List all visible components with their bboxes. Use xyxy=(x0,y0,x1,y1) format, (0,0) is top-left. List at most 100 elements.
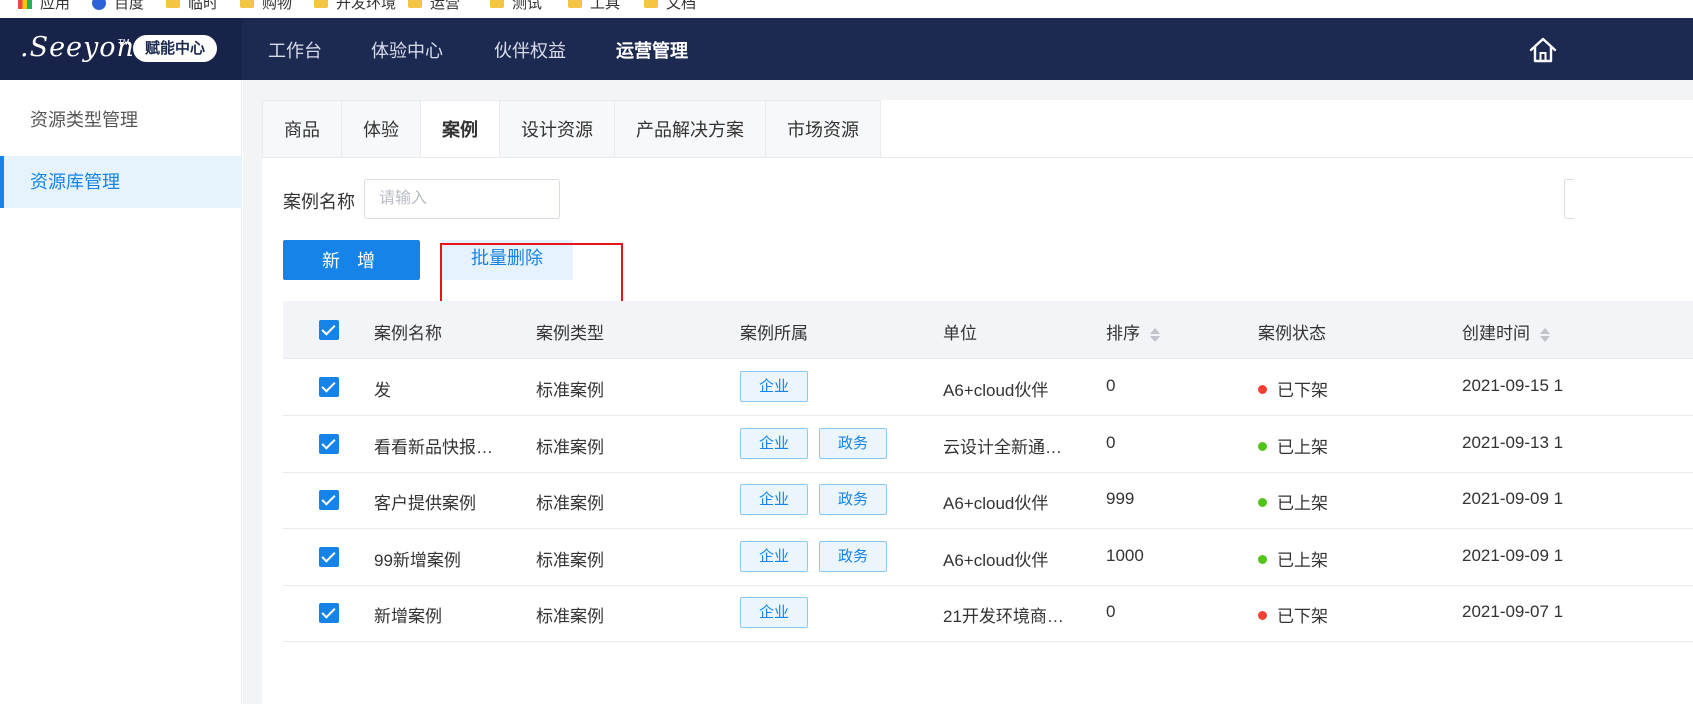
status-text: 已上架 xyxy=(1277,551,1328,570)
bookmark-folder[interactable]: 测试 xyxy=(490,0,542,13)
status-text: 已下架 xyxy=(1277,381,1328,400)
bookmark-label: 购物 xyxy=(262,0,293,12)
sidebar-item-resource-type[interactable]: 资源类型管理 xyxy=(0,94,242,146)
row-checkbox[interactable] xyxy=(319,603,339,623)
nav-item-partner-rights[interactable]: 伙伴权益 xyxy=(494,37,566,63)
bookmark-folder[interactable]: 开发环境 xyxy=(314,0,396,13)
unit-cell: A6+cloud伙伴 xyxy=(943,494,1049,513)
folder-icon xyxy=(240,0,254,8)
status-text: 已下架 xyxy=(1277,607,1328,626)
tag-government: 政务 xyxy=(819,484,887,515)
status-dot-icon xyxy=(1258,498,1267,508)
case-type-cell: 标准案例 xyxy=(536,607,604,626)
sort-icon[interactable] xyxy=(1540,327,1550,343)
bookmark-label: 百度 xyxy=(114,0,145,12)
status-dot-icon xyxy=(1258,611,1267,621)
column-header-order-label: 排序 xyxy=(1106,324,1140,343)
bookmark-folder[interactable]: 临时 xyxy=(166,0,218,13)
status-cell: 已下架 xyxy=(1258,376,1328,401)
tag-enterprise: 企业 xyxy=(740,484,808,515)
order-cell: 999 xyxy=(1106,489,1135,508)
row-checkbox[interactable] xyxy=(319,547,339,567)
case-name-cell: 99新增案例 xyxy=(374,551,461,570)
column-header-order[interactable]: 排序 xyxy=(1106,319,1160,344)
created-cell: 2021-09-09 1 xyxy=(1462,489,1564,508)
tab-cases[interactable]: 案例 xyxy=(421,100,500,158)
top-nav: .Seeyon TM 赋能中心 工作台 体验中心 伙伴权益 运营管理 xyxy=(0,18,1693,80)
tab-product-solutions[interactable]: 产品解决方案 xyxy=(615,100,766,158)
case-name-cell: 新增案例 xyxy=(374,607,442,626)
bookmark-folder[interactable]: 运营 xyxy=(408,0,460,13)
case-name-cell: 发 xyxy=(374,381,391,400)
bookmark-folder[interactable]: 购物 xyxy=(240,0,292,13)
batch-delete-button[interactable]: 批量删除 xyxy=(441,240,573,280)
case-name-label: 案例名称 xyxy=(283,192,355,212)
clipped-control[interactable] xyxy=(1564,179,1574,219)
status-dot-icon xyxy=(1258,442,1267,452)
column-header-created[interactable]: 创建时间 xyxy=(1462,319,1550,344)
tag-enterprise: 企业 xyxy=(740,428,808,459)
order-cell: 1000 xyxy=(1106,546,1144,565)
row-checkbox[interactable] xyxy=(319,377,339,397)
unit-cell: A6+cloud伙伴 xyxy=(943,551,1049,570)
center-badge: 赋能中心 xyxy=(133,35,218,62)
bookmark-label: 工具 xyxy=(590,0,621,12)
tab-market-resources[interactable]: 市场资源 xyxy=(766,100,881,158)
column-header-created-label: 创建时间 xyxy=(1462,324,1530,343)
status-cell: 已下架 xyxy=(1258,602,1328,627)
status-dot-icon xyxy=(1258,385,1267,395)
logo-area[interactable]: .Seeyon TM 赋能中心 xyxy=(0,18,242,80)
status-text: 已上架 xyxy=(1277,438,1328,457)
tag-enterprise: 企业 xyxy=(740,597,808,628)
tag-government: 政务 xyxy=(819,541,887,572)
bookmark-folder[interactable]: 文档 xyxy=(644,0,696,13)
bookmark-apps[interactable]: 应用 xyxy=(18,0,70,13)
unit-cell: 21开发环境商… xyxy=(943,607,1064,626)
tab-goods[interactable]: 商品 xyxy=(262,100,342,158)
tag-enterprise: 企业 xyxy=(740,541,808,572)
row-checkbox[interactable] xyxy=(319,490,339,510)
column-header-unit: 单位 xyxy=(943,324,977,343)
nav-item-workbench[interactable]: 工作台 xyxy=(268,37,322,63)
bookmark-folder[interactable]: 工具 xyxy=(568,0,620,13)
folder-icon xyxy=(568,0,582,8)
status-cell: 已上架 xyxy=(1258,489,1328,514)
column-header-belong: 案例所属 xyxy=(740,324,808,343)
folder-icon xyxy=(408,0,422,8)
sidebar-item-resource-library[interactable]: 资源库管理 xyxy=(0,156,242,208)
nav-item-experience[interactable]: 体验中心 xyxy=(371,37,443,63)
row-checkbox[interactable] xyxy=(319,434,339,454)
sort-icon[interactable] xyxy=(1150,327,1160,343)
home-icon[interactable] xyxy=(1528,36,1558,64)
created-cell: 2021-09-13 1 xyxy=(1462,433,1564,452)
tag-government: 政务 xyxy=(819,428,887,459)
bookmark-baidu[interactable]: 百度 xyxy=(92,0,144,13)
select-all-checkbox[interactable] xyxy=(319,320,339,340)
case-name-cell: 客户提供案例 xyxy=(374,494,476,513)
tab-experience[interactable]: 体验 xyxy=(342,100,421,158)
tab-design-resources[interactable]: 设计资源 xyxy=(500,100,615,158)
add-button[interactable]: 新 增 xyxy=(283,240,420,280)
column-header-status: 案例状态 xyxy=(1258,324,1326,343)
nav-item-operations[interactable]: 运营管理 xyxy=(616,37,688,63)
case-type-cell: 标准案例 xyxy=(536,494,604,513)
bookmark-label: 开发环境 xyxy=(336,0,397,12)
bookmarks-bar: 应用 百度 临时 购物 开发环境 运营 测试 工具 文档 xyxy=(0,0,1693,18)
unit-cell: A6+cloud伙伴 xyxy=(943,381,1049,400)
unit-cell: 云设计全新通… xyxy=(943,438,1062,457)
logo-trademark: TM xyxy=(118,38,130,47)
table-header: 案例名称 案例类型 案例所属 单位 排序 案例状态 创建时间 xyxy=(283,301,1693,359)
status-dot-icon xyxy=(1258,555,1267,565)
tabs-divider xyxy=(262,157,1693,158)
folder-icon xyxy=(644,0,658,8)
table-row: 新增案例 标准案例 企业 21开发环境商… 0 已下架 2021-09-07 1 xyxy=(283,585,1693,642)
folder-icon xyxy=(166,0,180,8)
status-cell: 已上架 xyxy=(1258,433,1328,458)
case-type-cell: 标准案例 xyxy=(536,438,604,457)
case-type-cell: 标准案例 xyxy=(536,381,604,400)
bookmark-label: 运营 xyxy=(430,0,461,12)
logo: .Seeyon xyxy=(20,32,135,63)
case-type-cell: 标准案例 xyxy=(536,551,604,570)
status-text: 已上架 xyxy=(1277,494,1328,513)
case-name-input[interactable] xyxy=(364,179,560,219)
